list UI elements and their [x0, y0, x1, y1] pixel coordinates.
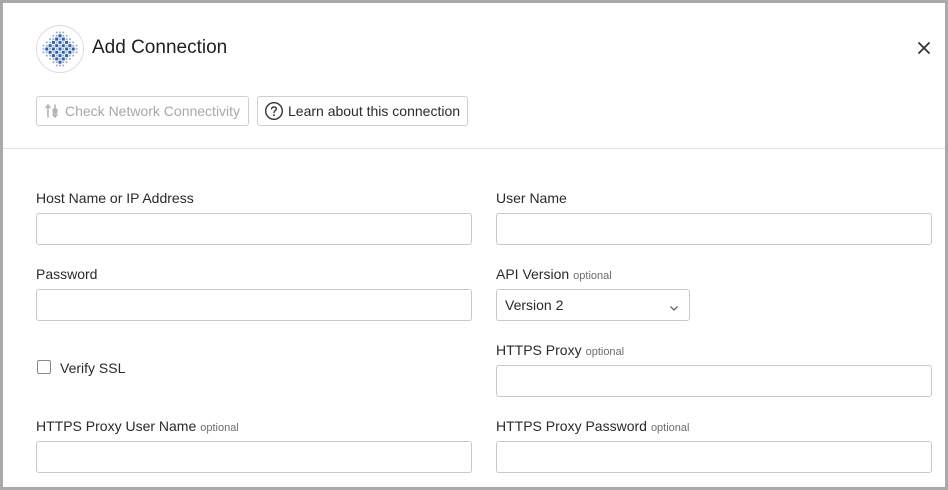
- verify-ssl-checkbox[interactable]: [37, 360, 51, 374]
- chevron-down-icon: [669, 300, 679, 316]
- check-network-label: Check Network Connectivity: [65, 103, 241, 119]
- checker-dots-logo-icon: [36, 25, 84, 73]
- dialog-title: Add Connection: [92, 37, 228, 58]
- https-proxy-label: HTTPS Proxy optional: [496, 341, 624, 361]
- check-network-connectivity-button[interactable]: Check Network Connectivity: [36, 96, 249, 126]
- api-version-label-text: API Version: [496, 266, 570, 282]
- optional-tag: optional: [573, 270, 612, 282]
- https-proxy-input[interactable]: [496, 365, 932, 397]
- header-divider: [3, 148, 945, 149]
- host-input[interactable]: [36, 213, 472, 245]
- verify-ssl-label: Verify SSL: [60, 360, 126, 376]
- close-button[interactable]: [913, 37, 935, 59]
- user-name-input[interactable]: [496, 213, 932, 245]
- api-version-label: API Version optional: [496, 265, 612, 285]
- password-label: Password: [36, 266, 98, 282]
- learn-about-label: Learn about this connection: [288, 103, 461, 119]
- proxy-user-label: HTTPS Proxy User Name optional: [36, 417, 239, 437]
- help-circle-icon: [264, 101, 284, 121]
- optional-tag: optional: [650, 422, 690, 434]
- proxy-password-input[interactable]: [496, 441, 932, 473]
- optional-tag: optional: [200, 422, 239, 434]
- add-connection-dialog: Add Connection Check Network Connectivit…: [3, 3, 945, 487]
- close-icon: [918, 42, 930, 54]
- host-label: Host Name or IP Address: [36, 190, 194, 206]
- https-proxy-label-text: HTTPS Proxy: [496, 342, 582, 358]
- proxy-password-label-text: HTTPS Proxy Password: [496, 418, 647, 434]
- user-name-label: User Name: [496, 190, 567, 206]
- proxy-user-label-text: HTTPS Proxy User Name: [36, 418, 197, 434]
- api-version-select[interactable]: Version 2: [496, 289, 690, 321]
- proxy-user-input[interactable]: [36, 441, 472, 473]
- network-icon: [43, 102, 61, 120]
- password-input[interactable]: [36, 289, 472, 321]
- proxy-password-label: HTTPS Proxy Password optional: [496, 417, 689, 437]
- optional-tag: optional: [585, 346, 625, 358]
- api-version-value: Version 2: [505, 297, 564, 313]
- learn-about-connection-button[interactable]: Learn about this connection: [257, 96, 468, 126]
